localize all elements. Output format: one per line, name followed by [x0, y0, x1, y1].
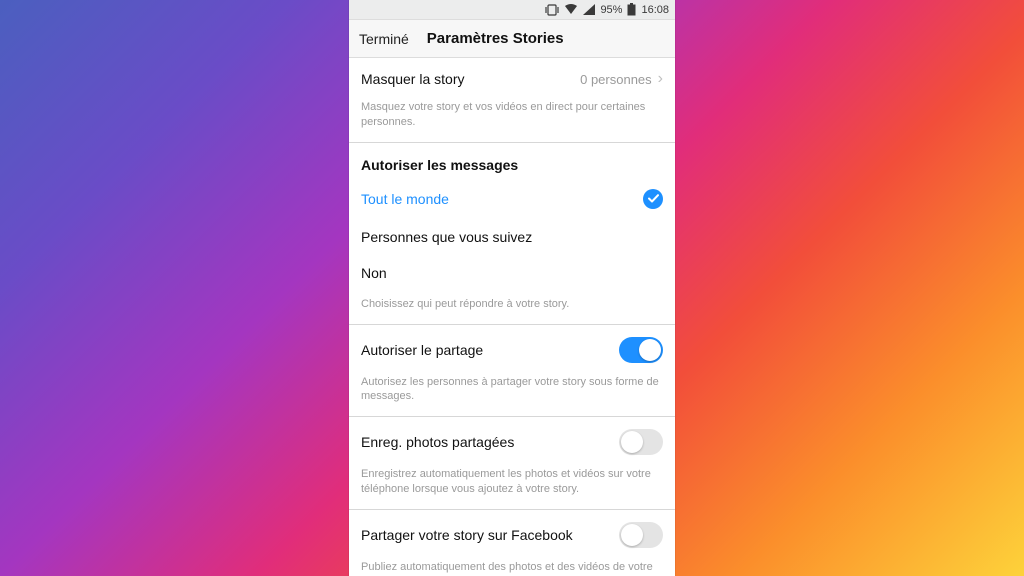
battery-icon — [627, 3, 636, 16]
allow-sharing-toggle[interactable] — [619, 337, 663, 363]
hide-story-value-group: 0 personnes › — [580, 70, 663, 88]
allow-messages-title: Autoriser les messages — [349, 143, 675, 179]
status-bar: 95% 16:08 — [349, 0, 675, 20]
phone-frame: 95% 16:08 Terminé Paramètres Stories Mas… — [349, 0, 675, 576]
share-facebook-caption: Publiez automatiquement des photos et de… — [349, 560, 675, 576]
hide-story-value: 0 personnes — [580, 72, 652, 87]
option-label: Non — [361, 265, 387, 281]
battery-percentage: 95% — [600, 4, 622, 16]
allow-messages-caption: Choisissez qui peut répondre à votre sto… — [349, 291, 675, 324]
allow-sharing-label: Autoriser le partage — [361, 342, 483, 358]
cell-signal-icon — [583, 4, 595, 15]
save-photos-caption: Enregistrez automatiquement les photos e… — [349, 467, 675, 509]
clock-time: 16:08 — [641, 4, 669, 16]
message-option-everyone[interactable]: Tout le monde — [349, 179, 675, 219]
allow-sharing-row[interactable]: Autoriser le partage — [349, 325, 675, 375]
save-photos-toggle[interactable] — [619, 429, 663, 455]
share-facebook-toggle[interactable] — [619, 522, 663, 548]
done-button[interactable]: Terminé — [359, 31, 409, 47]
checkmark-icon — [643, 189, 663, 209]
save-photos-group: Enreg. photos partagées Enregistrez auto… — [349, 416, 675, 509]
hide-story-caption: Masquez votre story et vos vidéos en dir… — [349, 100, 675, 142]
save-photos-row[interactable]: Enreg. photos partagées — [349, 417, 675, 467]
option-label: Tout le monde — [361, 191, 449, 207]
share-facebook-label: Partager votre story sur Facebook — [361, 527, 573, 543]
allow-sharing-group: Autoriser le partage Autorisez les perso… — [349, 324, 675, 417]
message-option-off[interactable]: Non — [349, 255, 675, 291]
message-option-following[interactable]: Personnes que vous suivez — [349, 219, 675, 255]
page-title: Paramètres Stories — [427, 30, 564, 47]
gradient-background: 95% 16:08 Terminé Paramètres Stories Mas… — [0, 0, 1024, 576]
navigation-bar: Terminé Paramètres Stories — [349, 20, 675, 58]
share-facebook-group: Partager votre story sur Facebook Publie… — [349, 509, 675, 576]
vibrate-icon — [545, 4, 559, 16]
wifi-icon — [564, 4, 578, 15]
hide-story-row[interactable]: Masquer la story 0 personnes › — [349, 58, 675, 100]
option-label: Personnes que vous suivez — [361, 229, 532, 245]
share-facebook-row[interactable]: Partager votre story sur Facebook — [349, 510, 675, 560]
chevron-right-icon: › — [658, 70, 663, 88]
save-photos-label: Enreg. photos partagées — [361, 434, 514, 450]
allow-sharing-caption: Autorisez les personnes à partager votre… — [349, 375, 675, 417]
settings-content[interactable]: Masquer la story 0 personnes › Masquez v… — [349, 58, 675, 576]
hide-story-label: Masquer la story — [361, 71, 464, 87]
